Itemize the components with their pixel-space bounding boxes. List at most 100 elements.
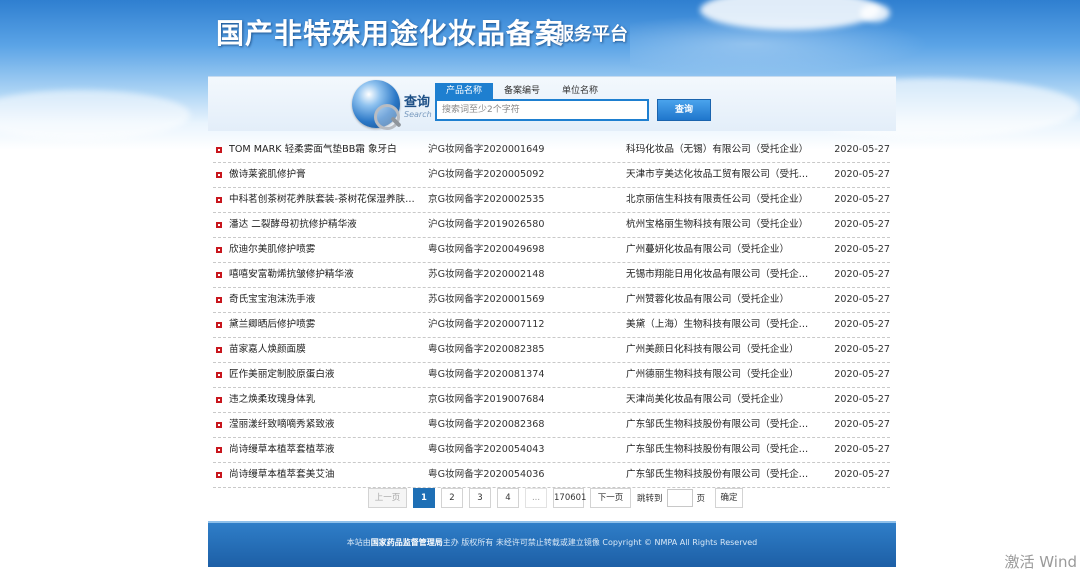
bullet-icon — [216, 272, 222, 278]
record-number: 京G妆网备字2019007684 — [428, 394, 545, 405]
jump-label: 跳转到 — [637, 494, 663, 504]
record-product-name[interactable]: 滢丽漾纤致嘀嘀秀紧致液 — [229, 413, 424, 437]
footer-suffix: 主办 版权所有 未经许可禁止转载或建立镜像 Copyright © NMPA A… — [442, 538, 758, 547]
record-date: 2020-05-27 — [834, 169, 890, 180]
page-button-current[interactable]: 1 — [413, 488, 435, 508]
record-number: 沪G妆网备字2020005092 — [428, 169, 545, 180]
record-company: 广州赞蓉化妆品有限公司（受托企业） — [626, 294, 790, 305]
search-caption-en: Search — [404, 110, 432, 119]
record-row[interactable]: 奇氏宝宝泡沫洗手液 苏G妆网备字2020001569 广州赞蓉化妆品有限公司（受托企… — [213, 288, 890, 313]
record-row[interactable]: 潘达 二裂酵母初抗修护精华液 沪G妆网备字2019026580 杭州宝格丽生物科技有… — [213, 213, 890, 238]
record-number: 苏G妆网备字2020002148 — [428, 269, 545, 280]
record-row[interactable]: 苗家嘉人焕颜面膜 粤G妆网备字2020082385 广州美颜日化科技有限公司（受托企… — [213, 338, 890, 363]
record-date: 2020-05-27 — [834, 444, 890, 455]
bullet-icon — [216, 347, 222, 353]
record-row[interactable]: 黛兰卿晒后修护喷雾 沪G妆网备字2020007112 美黛（上海）生物科技有限公司（… — [213, 313, 890, 338]
record-date: 2020-05-27 — [834, 194, 890, 205]
record-product-name[interactable]: 违之焕柔玫瑰身体乳 — [229, 388, 424, 412]
record-row[interactable]: 欣迪尔美肌修护喷雾 粤G妆网备字2020049698 广州蔓妍化妆品有限公司（受托企… — [213, 238, 890, 263]
record-product-name[interactable]: 尚诗缦草本植萃套植萃液 — [229, 438, 424, 462]
record-row[interactable]: 滢丽漾纤致嘀嘀秀紧致液 粤G妆网备字2020082368 广东邹氏生物科技股份有限公… — [213, 413, 890, 438]
site-title: 国产非特殊用途化妆品备案 — [216, 17, 565, 50]
record-company: 天津尚美化妆品有限公司（受托企业） — [626, 394, 790, 405]
footer-org-link[interactable]: 国家药品监督管理局 — [371, 538, 443, 547]
record-product-name[interactable]: TOM MARK 轻柔雾面气垫BB霜 象牙白 — [229, 138, 424, 162]
jump-page-input[interactable] — [666, 489, 693, 507]
record-row[interactable]: 嘻嘻安富勒烯抗皱修护精华液 苏G妆网备字2020002148 无锡市翔能日用化妆品有… — [213, 263, 890, 288]
record-company: 美黛（上海）生物科技有限公司（受托企… — [626, 319, 809, 330]
search-globe-icon — [352, 80, 402, 130]
record-number: 粤G妆网备字2020081374 — [428, 369, 545, 380]
bullet-icon — [216, 247, 222, 253]
page-button[interactable]: 2 — [441, 488, 463, 508]
record-date: 2020-05-27 — [834, 294, 890, 305]
footer-prefix: 本站由 — [346, 538, 371, 547]
banner-cloud — [0, 90, 190, 140]
last-page-button[interactable]: 170601 — [553, 488, 586, 508]
world-map-graphic — [630, 14, 930, 74]
record-company: 广东邹氏生物科技股份有限公司（受托企… — [626, 469, 809, 480]
site-subtitle: 服务平台 — [556, 24, 628, 45]
record-row[interactable]: 中科茗创茶树花养肤套装-茶树花保湿养肤… 京G妆网备字2020002535 北京丽信… — [213, 188, 890, 213]
bullet-icon — [216, 397, 222, 403]
record-number: 粤G妆网备字2020082385 — [428, 344, 545, 355]
record-company: 杭州宝格丽生物科技有限公司（受托企业） — [626, 219, 809, 230]
search-input[interactable] — [435, 99, 649, 121]
bullet-icon — [216, 372, 222, 378]
footer-text: 本站由国家药品监督管理局主办 版权所有 未经许可禁止转载或建立镜像 Copyri… — [208, 537, 896, 548]
bullet-icon — [216, 297, 222, 303]
bullet-icon — [216, 172, 222, 178]
record-number: 沪G妆网备字2020001649 — [428, 144, 545, 155]
bullet-icon — [216, 447, 222, 453]
record-product-name[interactable]: 欣迪尔美肌修护喷雾 — [229, 238, 424, 262]
record-list: TOM MARK 轻柔雾面气垫BB霜 象牙白 沪G妆网备字2020001649 科玛… — [213, 138, 890, 488]
record-number: 京G妆网备字2020002535 — [428, 194, 545, 205]
magnifier-icon — [374, 104, 400, 130]
next-page-button[interactable]: 下一页 — [590, 488, 631, 508]
record-product-name[interactable]: 潘达 二裂酵母初抗修护精华液 — [229, 213, 424, 237]
record-product-name[interactable]: 奇氏宝宝泡沫洗手液 — [229, 288, 424, 312]
jump-confirm-button[interactable]: 确定 — [715, 488, 744, 508]
record-date: 2020-05-27 — [834, 469, 890, 480]
page-button[interactable]: 3 — [469, 488, 491, 508]
tab-record-number[interactable]: 备案编号 — [493, 83, 551, 99]
tab-company-name[interactable]: 单位名称 — [551, 83, 609, 99]
record-product-name[interactable]: 尚诗缦草本植萃套美艾油 — [229, 463, 424, 487]
record-company: 科玛化妆品（无锡）有限公司（受托企业） — [626, 144, 809, 155]
record-company: 广东邹氏生物科技股份有限公司（受托企… — [626, 419, 809, 430]
record-product-name[interactable]: 嘻嘻安富勒烯抗皱修护精华液 — [229, 263, 424, 287]
record-row[interactable]: 尚诗缦草本植萃套植萃液 粤G妆网备字2020054043 广东邹氏生物科技股份有限公… — [213, 438, 890, 463]
record-date: 2020-05-27 — [834, 394, 890, 405]
record-company: 广州蔓妍化妆品有限公司（受托企业） — [626, 244, 790, 255]
record-number: 粤G妆网备字2020082368 — [428, 419, 545, 430]
record-product-name[interactable]: 中科茗创茶树花养肤套装-茶树花保湿养肤… — [229, 188, 424, 212]
record-product-name[interactable]: 苗家嘉人焕颜面膜 — [229, 338, 424, 362]
record-row[interactable]: 违之焕柔玫瑰身体乳 京G妆网备字2019007684 天津尚美化妆品有限公司（受托企… — [213, 388, 890, 413]
record-product-name[interactable]: 黛兰卿晒后修护喷雾 — [229, 313, 424, 337]
record-row[interactable]: 匠作美丽定制胶原蛋白液 粤G妆网备字2020081374 广州德丽生物科技有限公司（… — [213, 363, 890, 388]
record-product-name[interactable]: 匠作美丽定制胶原蛋白液 — [229, 363, 424, 387]
record-date: 2020-05-27 — [834, 419, 890, 430]
record-date: 2020-05-27 — [834, 244, 890, 255]
tab-product-name[interactable]: 产品名称 — [435, 83, 494, 99]
record-row[interactable]: 尚诗缦草本植萃套美艾油 粤G妆网备字2020054036 广东邹氏生物科技股份有限公… — [213, 463, 890, 488]
page-button[interactable]: 4 — [497, 488, 519, 508]
record-number: 粤G妆网备字2020049698 — [428, 244, 545, 255]
record-row[interactable]: TOM MARK 轻柔雾面气垫BB霜 象牙白 沪G妆网备字2020001649 科玛… — [213, 138, 890, 163]
search-panel: 查询 Search 产品名称 备案编号 单位名称 查询 — [208, 76, 896, 131]
pagination: 上一页 1 2 3 4 ... 170601 下一页 跳转到 页 确定 — [368, 488, 744, 508]
record-row[interactable]: 傲诗莱瓷肌修护膏 沪G妆网备字2020005092 天津市亨美达化妆品工贸有限公司（… — [213, 163, 890, 188]
record-company: 广州美颜日化科技有限公司（受托企业） — [626, 344, 799, 355]
bullet-icon — [216, 472, 222, 478]
activation-watermark: 激活 Wind — [1004, 553, 1077, 571]
bullet-icon — [216, 422, 222, 428]
record-product-name[interactable]: 傲诗莱瓷肌修护膏 — [229, 163, 424, 187]
bullet-icon — [216, 222, 222, 228]
footer: 本站由国家药品监督管理局主办 版权所有 未经许可禁止转载或建立镜像 Copyri… — [208, 521, 896, 567]
bullet-icon — [216, 322, 222, 328]
record-number: 沪G妆网备字2020007112 — [428, 319, 545, 330]
record-company: 广州德丽生物科技有限公司（受托企业） — [626, 369, 799, 380]
record-date: 2020-05-27 — [834, 219, 890, 230]
prev-page-button[interactable]: 上一页 — [368, 488, 407, 508]
search-button[interactable]: 查询 — [657, 99, 711, 121]
